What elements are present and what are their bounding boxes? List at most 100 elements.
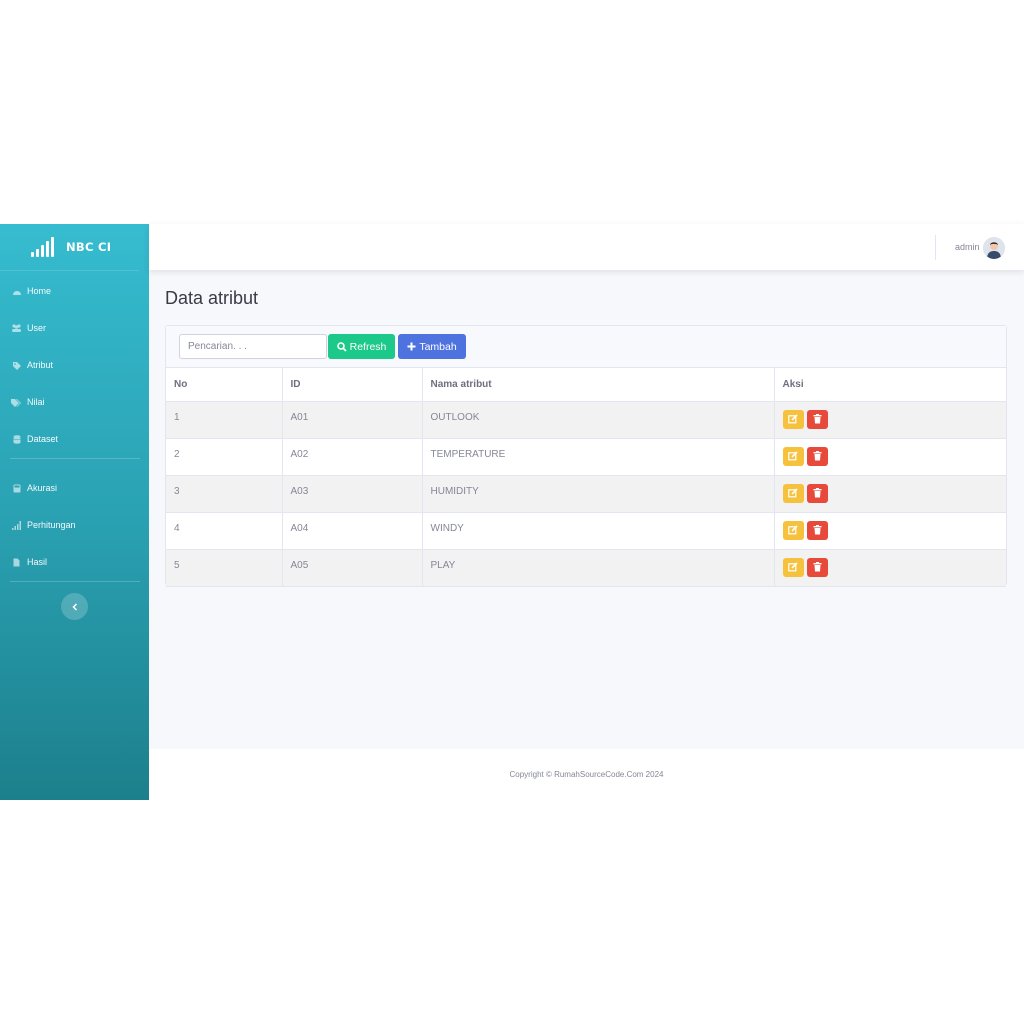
username[interactable]: admin <box>955 242 980 252</box>
cell-name: TEMPERATURE <box>422 438 775 476</box>
cell-id: A03 <box>282 475 423 513</box>
sidebar-item-user[interactable]: User <box>11 321 46 335</box>
edit-icon <box>788 414 798 424</box>
column-header-no[interactable]: No <box>166 368 283 402</box>
cell-actions <box>774 475 1006 513</box>
sidebar-divider <box>10 581 140 582</box>
sidebar-item-dataset[interactable]: Dataset <box>11 432 58 446</box>
sidebar-item-akurasi[interactable]: Akurasi <box>11 481 57 495</box>
sidebar-item-nilai[interactable]: Nilai <box>11 395 45 409</box>
delete-button[interactable] <box>806 520 828 540</box>
sidebar-item-hasil[interactable]: Hasil <box>11 555 47 569</box>
cell-id: A02 <box>282 438 423 476</box>
table-row: 4 A04 WINDY <box>166 512 1006 550</box>
add-label: Tambah <box>419 340 457 353</box>
trash-icon <box>813 488 821 498</box>
sidebar-item-label: Home <box>27 286 52 296</box>
edit-icon <box>788 562 798 572</box>
cell-id: A05 <box>282 549 423 587</box>
trash-icon <box>813 562 821 572</box>
cell-actions <box>774 401 1006 439</box>
users-icon <box>11 324 22 333</box>
cell-name: PLAY <box>422 549 775 587</box>
table-row: 2 A02 TEMPERATURE <box>166 438 1006 476</box>
add-button[interactable]: Tambah <box>398 334 466 359</box>
page-title: Data atribut <box>165 288 259 308</box>
app-frame: NBC CI Home User Atribut Nilai Dataset A… <box>0 224 1024 800</box>
column-header-name[interactable]: Nama atribut <box>422 368 775 402</box>
signal-bars-icon <box>31 237 54 257</box>
sidebar-item-label: Nilai <box>27 397 45 407</box>
table-row: 5 A05 PLAY <box>166 549 1006 587</box>
sidebar-item-label: Hasil <box>27 557 48 567</box>
file-icon <box>11 558 22 567</box>
copyright-text: Copyright © RumahSourceCode.Com 2024 <box>509 770 664 779</box>
cell-actions <box>774 512 1006 550</box>
sidebar-item-atribut[interactable]: Atribut <box>11 358 53 372</box>
delete-button[interactable] <box>806 557 828 577</box>
column-header-id[interactable]: ID <box>282 368 423 402</box>
edit-button[interactable] <box>782 557 804 577</box>
sidebar-divider <box>10 458 140 459</box>
edit-button[interactable] <box>782 483 804 503</box>
sidebar-item-label: Dataset <box>27 434 59 444</box>
column-header-actions: Aksi <box>774 368 1006 402</box>
sidebar-item-label: Atribut <box>27 360 54 370</box>
cell-no: 4 <box>166 512 283 550</box>
edit-button[interactable] <box>782 446 804 466</box>
topbar-divider <box>935 235 936 260</box>
delete-button[interactable] <box>806 446 828 466</box>
cell-no: 2 <box>166 438 283 476</box>
cell-name: HUMIDITY <box>422 475 775 513</box>
sidebar-toggle-button[interactable] <box>61 593 88 620</box>
table-row: 1 A01 OUTLOOK <box>166 401 1006 439</box>
footer: Copyright © RumahSourceCode.Com 2024 <box>149 749 1024 800</box>
edit-button[interactable] <box>782 520 804 540</box>
edit-icon <box>788 451 798 461</box>
sidebar: NBC CI Home User Atribut Nilai Dataset A… <box>0 224 149 800</box>
cell-actions <box>774 438 1006 476</box>
cell-actions <box>774 549 1006 587</box>
data-card: Refresh Tambah No ID Nama atribut Aksi <box>165 325 1007 587</box>
sidebar-item-label: Perhitungan <box>27 520 76 530</box>
cell-name: OUTLOOK <box>422 401 775 439</box>
edit-button[interactable] <box>782 409 804 429</box>
search-icon <box>336 341 347 352</box>
sidebar-item-home[interactable]: Home <box>11 284 51 298</box>
tachometer-icon <box>11 287 22 296</box>
sidebar-item-label: Akurasi <box>27 483 58 493</box>
refresh-button[interactable]: Refresh <box>328 334 395 359</box>
table-header-row: No ID Nama atribut Aksi <box>166 368 1006 402</box>
topbar: admin <box>149 224 1024 270</box>
database-icon <box>11 434 22 444</box>
cell-no: 3 <box>166 475 283 513</box>
cell-name: WINDY <box>422 512 775 550</box>
sidebar-item-perhitungan[interactable]: Perhitungan <box>11 518 76 532</box>
tags-icon <box>11 398 22 407</box>
table-row: 3 A03 HUMIDITY <box>166 475 1006 513</box>
refresh-label: Refresh <box>349 340 387 353</box>
edit-icon <box>788 525 798 535</box>
cell-no: 5 <box>166 549 283 587</box>
card-toolbar: Refresh Tambah <box>166 326 1006 368</box>
cell-id: A04 <box>282 512 423 550</box>
brand-name: NBC CI <box>66 240 112 254</box>
signal-icon <box>11 520 22 530</box>
tag-icon <box>11 361 22 370</box>
edit-icon <box>788 488 798 498</box>
sidebar-item-label: User <box>27 323 47 333</box>
cell-no: 1 <box>166 401 283 439</box>
delete-button[interactable] <box>806 483 828 503</box>
cell-id: A01 <box>282 401 423 439</box>
trash-icon <box>813 525 821 535</box>
attribute-table: No ID Nama atribut Aksi 1 A01 OUTLOOK 2 … <box>166 368 1006 587</box>
user-avatar-icon[interactable] <box>983 237 1005 259</box>
delete-button[interactable] <box>806 409 828 429</box>
calculator-icon <box>11 484 22 493</box>
chevron-left-icon <box>71 602 77 611</box>
search-input[interactable] <box>179 334 327 359</box>
main-content: admin Data atribut Refresh <box>149 224 1024 800</box>
trash-icon <box>813 414 821 424</box>
brand[interactable]: NBC CI <box>0 224 139 271</box>
plus-icon <box>407 342 416 351</box>
